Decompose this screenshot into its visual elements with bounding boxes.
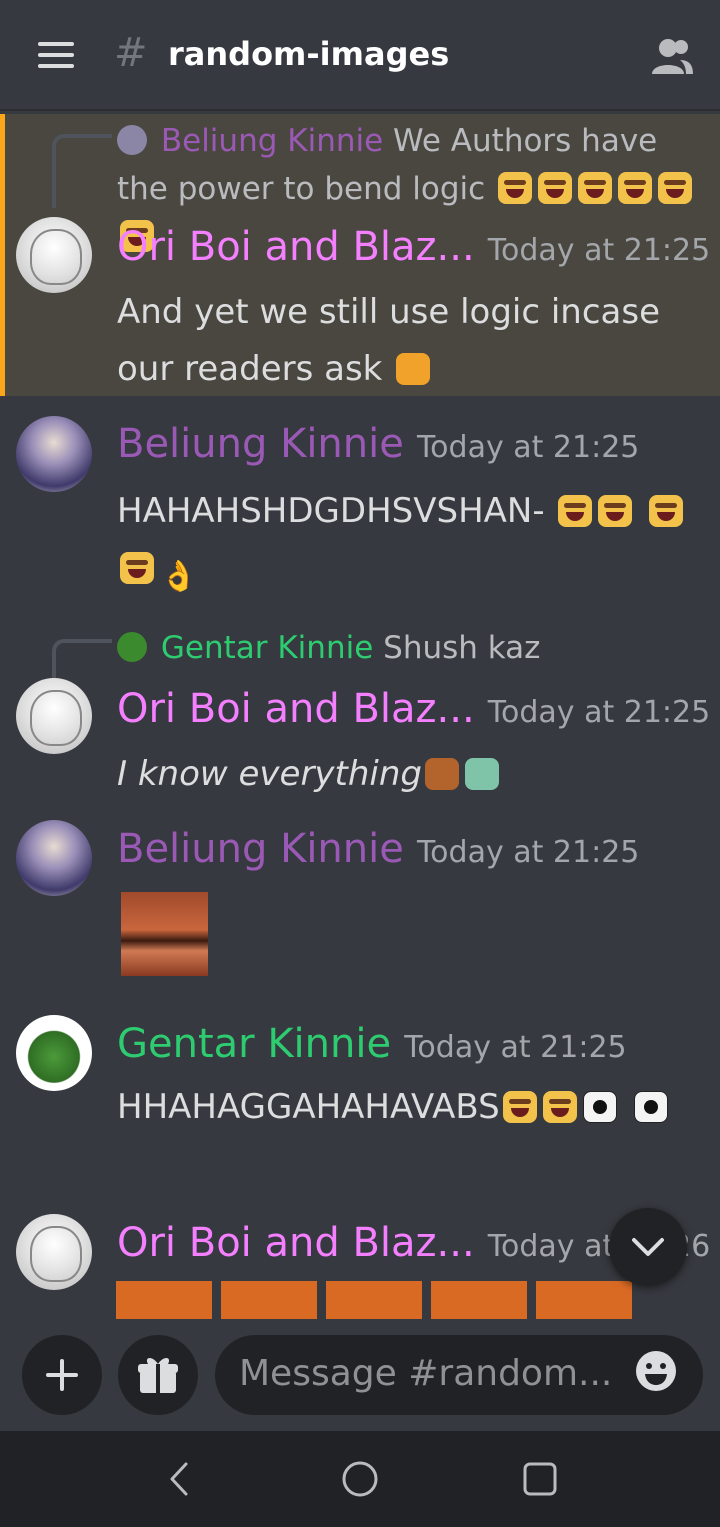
message-input[interactable]: Message #random...: [215, 1335, 703, 1415]
laughing-emoji-icon: [598, 495, 633, 527]
home-icon[interactable]: [340, 1459, 380, 1499]
channel-header: # random-images: [0, 0, 720, 111]
system-navigation-bar: [0, 1431, 720, 1527]
members-icon[interactable]: [650, 36, 694, 76]
channel-title: random-images: [168, 35, 450, 73]
laughing-man-image[interactable]: [121, 892, 208, 976]
timestamp: Today at 21:25: [487, 695, 711, 730]
message-header: Ori Boi and Blaz... Today at 21:25: [117, 224, 710, 270]
laughing-emoji-icon: [502, 1091, 537, 1123]
avatar[interactable]: [16, 1015, 92, 1091]
message-composer: Message #random...: [0, 1321, 720, 1431]
reply-avatar: [117, 125, 147, 155]
laughing-emoji-icon: [578, 172, 613, 204]
author-name[interactable]: Ori Boi and Blaz...: [117, 1220, 475, 1266]
laughing-emoji-icon: [120, 552, 154, 584]
chevron-down-icon: [632, 1238, 664, 1256]
sticker-image[interactable]: [326, 1281, 422, 1319]
author-name[interactable]: Ori Boi and Blaz...: [117, 686, 475, 732]
message-header: Beliung Kinnie Today at 21:25: [117, 421, 639, 467]
message-header: Beliung Kinnie Today at 21:25: [117, 826, 639, 872]
message-text: HHAHAGGAHAHAVABS: [117, 1079, 697, 1136]
avatar[interactable]: [16, 217, 92, 293]
message-item[interactable]: Beliung Kinnie Today at 21:25 HAHAHSHDGD…: [0, 411, 720, 605]
hash-icon: #: [114, 30, 148, 76]
back-icon[interactable]: [160, 1459, 200, 1499]
laughing-emoji-icon: [542, 1091, 577, 1123]
gift-icon: [138, 1357, 178, 1393]
pepe-emoji-icon: [633, 1091, 668, 1123]
bear-emoji-icon: [425, 758, 460, 790]
sticker-image[interactable]: [221, 1281, 317, 1319]
reply-text: Shush kaz: [383, 630, 541, 666]
message-item[interactable]: Gentar Kinnie Shush kaz Ori Boi and Blaz…: [0, 621, 720, 811]
jump-to-present-button[interactable]: [609, 1208, 687, 1286]
ok-hand-emoji-icon: [160, 548, 197, 605]
message-input-placeholder: Message #random...: [239, 1353, 613, 1394]
message-item[interactable]: Beliung Kinnie We Authors have the power…: [0, 114, 720, 396]
reply-connector: [52, 639, 112, 683]
reply-connector: [52, 134, 112, 208]
timestamp: Today at 21:25: [416, 835, 640, 870]
emoji-icon[interactable]: [635, 1350, 677, 1392]
avatar[interactable]: [16, 820, 92, 896]
author-name[interactable]: Ori Boi and Blaz...: [117, 224, 475, 270]
reply-author: Gentar Kinnie: [160, 630, 374, 666]
hamburger-icon[interactable]: [38, 42, 74, 68]
laughing-emoji-icon: [649, 495, 684, 527]
sticker-image[interactable]: [116, 1281, 212, 1319]
reply-author: Beliung Kinnie: [160, 123, 384, 159]
crying-emoji-icon: [396, 353, 431, 385]
message-text: And yet we still use logic incase our re…: [117, 292, 661, 389]
message-text: I know everything: [117, 746, 697, 803]
laughing-emoji-icon: [658, 172, 693, 204]
message-list[interactable]: Beliung Kinnie We Authors have the power…: [0, 111, 720, 1321]
avatar[interactable]: [16, 416, 92, 492]
pepe-emoji-icon: [582, 1091, 617, 1123]
reply-preview[interactable]: Gentar Kinnie Shush kaz: [117, 624, 712, 672]
timestamp: Today at 21:25: [487, 233, 711, 268]
avatar[interactable]: [16, 1214, 92, 1290]
recents-icon[interactable]: [520, 1459, 560, 1499]
sticker-image[interactable]: [536, 1281, 632, 1319]
laughing-emoji-icon: [498, 172, 533, 204]
frog-emoji-icon: [465, 758, 500, 790]
author-name[interactable]: Beliung Kinnie: [117, 421, 404, 467]
gift-button[interactable]: [118, 1335, 198, 1415]
plus-icon: [46, 1359, 78, 1391]
laughing-emoji-icon: [618, 172, 653, 204]
author-name[interactable]: Gentar Kinnie: [117, 1021, 391, 1067]
timestamp: Today at 21:25: [404, 1030, 627, 1065]
message-text: HAHAHSHDGDHSVSHAN-: [117, 483, 697, 605]
avatar[interactable]: [16, 678, 92, 754]
author-name[interactable]: Beliung Kinnie: [117, 826, 404, 872]
message-header: Gentar Kinnie Today at 21:25: [117, 1021, 627, 1067]
laughing-emoji-icon: [558, 495, 593, 527]
sticker-image[interactable]: [431, 1281, 527, 1319]
timestamp: Today at 21:25: [416, 430, 640, 465]
message-item[interactable]: Beliung Kinnie Today at 21:25: [0, 816, 720, 996]
reply-avatar: [117, 632, 147, 662]
message-item[interactable]: Gentar Kinnie Today at 21:25 HHAHAGGAHAH…: [0, 1011, 720, 1201]
message-header: Ori Boi and Blaz... Today at 21:25: [117, 686, 710, 732]
attach-button[interactable]: [22, 1335, 102, 1415]
laughing-emoji-icon: [538, 172, 573, 204]
